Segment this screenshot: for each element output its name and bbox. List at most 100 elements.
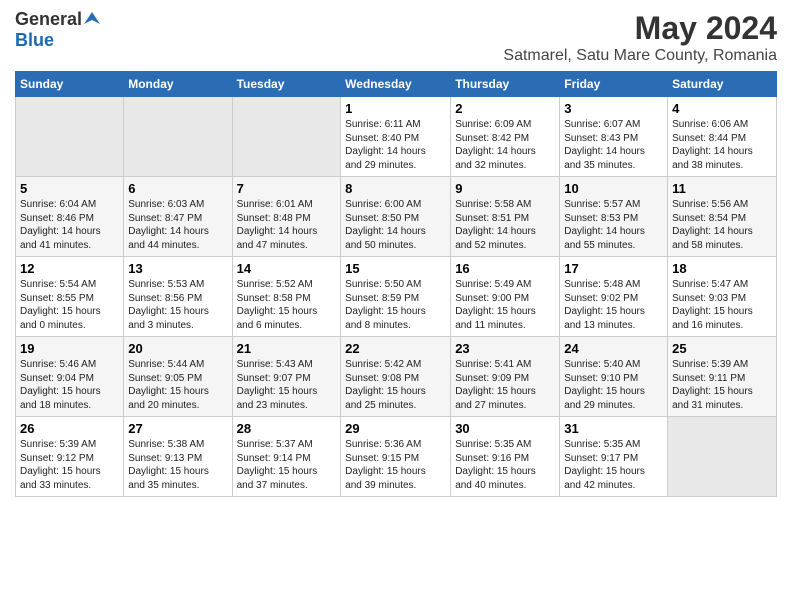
day-info: Sunrise: 5:54 AM Sunset: 8:55 PM Dayligh… — [20, 278, 119, 332]
day-number: 4 — [672, 101, 772, 116]
calendar-header: SundayMondayTuesdayWednesdayThursdayFrid… — [16, 72, 777, 97]
header-day-friday: Friday — [560, 72, 668, 97]
calendar-cell — [232, 97, 341, 177]
header-day-thursday: Thursday — [451, 72, 560, 97]
main-title: May 2024 — [503, 10, 777, 47]
calendar-cell: 8 Sunrise: 6:00 AM Sunset: 8:50 PM Daylig… — [341, 177, 451, 257]
day-number: 6 — [128, 181, 227, 196]
page-header: General Blue May 2024 Satmarel, Satu Mar… — [15, 10, 777, 65]
day-info: Sunrise: 5:48 AM Sunset: 9:02 PM Dayligh… — [564, 278, 663, 332]
day-number: 16 — [455, 261, 555, 276]
calendar-cell — [16, 97, 124, 177]
day-number: 19 — [20, 341, 119, 356]
header-day-monday: Monday — [124, 72, 232, 97]
calendar-cell: 28 Sunrise: 5:37 AM Sunset: 9:14 PM Dayli… — [232, 417, 341, 497]
calendar-cell: 2Sunrise: 6:09 AM Sunset: 8:42 PM Daylig… — [451, 97, 560, 177]
day-number: 2 — [455, 101, 555, 116]
calendar-cell: 29 Sunrise: 5:36 AM Sunset: 9:15 PM Dayli… — [341, 417, 451, 497]
calendar-cell: 31 Sunrise: 5:35 AM Sunset: 9:17 PM Dayli… — [560, 417, 668, 497]
day-number: 18 — [672, 261, 772, 276]
day-number: 9 — [455, 181, 555, 196]
calendar-body: 1 Sunrise: 6:11 AM Sunset: 8:40 PM Daylig… — [16, 97, 777, 497]
day-info: Sunrise: 5:53 AM Sunset: 8:56 PM Dayligh… — [128, 278, 227, 332]
logo-bird-icon — [84, 10, 100, 26]
day-number: 20 — [128, 341, 227, 356]
day-info: Sunrise: 6:00 AM Sunset: 8:50 PM Dayligh… — [345, 198, 446, 252]
day-info: Sunrise: 5:38 AM Sunset: 9:13 PM Dayligh… — [128, 438, 227, 492]
day-info: Sunrise: 5:43 AM Sunset: 9:07 PM Dayligh… — [237, 358, 337, 412]
calendar-cell: 23 Sunrise: 5:41 AM Sunset: 9:09 PM Dayli… — [451, 337, 560, 417]
day-number: 8 — [345, 181, 446, 196]
day-number: 24 — [564, 341, 663, 356]
day-number: 26 — [20, 421, 119, 436]
day-info: Sunrise: 5:47 AM Sunset: 9:03 PM Dayligh… — [672, 278, 772, 332]
day-info: Sunrise: 5:35 AM Sunset: 9:17 PM Dayligh… — [564, 438, 663, 492]
day-number: 27 — [128, 421, 227, 436]
calendar-cell: 11 Sunrise: 5:56 AM Sunset: 8:54 PM Dayli… — [668, 177, 777, 257]
calendar-cell: 16 Sunrise: 5:49 AM Sunset: 9:00 PM Dayli… — [451, 257, 560, 337]
calendar-cell: 30 Sunrise: 5:35 AM Sunset: 9:16 PM Dayli… — [451, 417, 560, 497]
day-number: 31 — [564, 421, 663, 436]
day-number: 11 — [672, 181, 772, 196]
day-number: 7 — [237, 181, 337, 196]
logo: General Blue — [15, 10, 100, 50]
calendar-cell: 24 Sunrise: 5:40 AM Sunset: 9:10 PM Dayli… — [560, 337, 668, 417]
day-number: 21 — [237, 341, 337, 356]
day-info: Sunrise: 5:44 AM Sunset: 9:05 PM Dayligh… — [128, 358, 227, 412]
day-info: Sunrise: 5:37 AM Sunset: 9:14 PM Dayligh… — [237, 438, 337, 492]
day-number: 23 — [455, 341, 555, 356]
day-info: Sunrise: 6:07 AM Sunset: 8:43 PM Dayligh… — [564, 118, 663, 172]
day-info: Sunrise: 5:42 AM Sunset: 9:08 PM Dayligh… — [345, 358, 446, 412]
day-number: 5 — [20, 181, 119, 196]
calendar-table: SundayMondayTuesdayWednesdayThursdayFrid… — [15, 71, 777, 497]
calendar-week-2: 5Sunrise: 6:04 AM Sunset: 8:46 PM Daylig… — [16, 177, 777, 257]
calendar-cell: 19 Sunrise: 5:46 AM Sunset: 9:04 PM Dayli… — [16, 337, 124, 417]
calendar-cell: 17Sunrise: 5:48 AM Sunset: 9:02 PM Dayli… — [560, 257, 668, 337]
header-day-wednesday: Wednesday — [341, 72, 451, 97]
day-number: 1 — [345, 101, 446, 116]
day-number: 25 — [672, 341, 772, 356]
calendar-cell: 26Sunrise: 5:39 AM Sunset: 9:12 PM Dayli… — [16, 417, 124, 497]
day-info: Sunrise: 5:58 AM Sunset: 8:51 PM Dayligh… — [455, 198, 555, 252]
calendar-week-3: 12Sunrise: 5:54 AM Sunset: 8:55 PM Dayli… — [16, 257, 777, 337]
day-number: 10 — [564, 181, 663, 196]
header-day-tuesday: Tuesday — [232, 72, 341, 97]
day-info: Sunrise: 5:40 AM Sunset: 9:10 PM Dayligh… — [564, 358, 663, 412]
day-number: 28 — [237, 421, 337, 436]
day-info: Sunrise: 5:56 AM Sunset: 8:54 PM Dayligh… — [672, 198, 772, 252]
day-info: Sunrise: 5:35 AM Sunset: 9:16 PM Dayligh… — [455, 438, 555, 492]
header-day-saturday: Saturday — [668, 72, 777, 97]
day-number: 14 — [237, 261, 337, 276]
day-info: Sunrise: 5:39 AM Sunset: 9:11 PM Dayligh… — [672, 358, 772, 412]
calendar-cell: 14 Sunrise: 5:52 AM Sunset: 8:58 PM Dayli… — [232, 257, 341, 337]
day-number: 22 — [345, 341, 446, 356]
day-number: 29 — [345, 421, 446, 436]
header-day-sunday: Sunday — [16, 72, 124, 97]
calendar-cell: 25 Sunrise: 5:39 AM Sunset: 9:11 PM Dayli… — [668, 337, 777, 417]
logo-general-text: General — [15, 10, 82, 30]
day-info: Sunrise: 5:50 AM Sunset: 8:59 PM Dayligh… — [345, 278, 446, 332]
calendar-cell: 13 Sunrise: 5:53 AM Sunset: 8:56 PM Dayli… — [124, 257, 232, 337]
calendar-week-4: 19 Sunrise: 5:46 AM Sunset: 9:04 PM Dayli… — [16, 337, 777, 417]
day-number: 13 — [128, 261, 227, 276]
day-info: Sunrise: 6:01 AM Sunset: 8:48 PM Dayligh… — [237, 198, 337, 252]
calendar-cell: 1 Sunrise: 6:11 AM Sunset: 8:40 PM Daylig… — [341, 97, 451, 177]
day-info: Sunrise: 6:11 AM Sunset: 8:40 PM Dayligh… — [345, 118, 446, 172]
calendar-cell: 18 Sunrise: 5:47 AM Sunset: 9:03 PM Dayli… — [668, 257, 777, 337]
day-info: Sunrise: 5:52 AM Sunset: 8:58 PM Dayligh… — [237, 278, 337, 332]
calendar-cell: 12Sunrise: 5:54 AM Sunset: 8:55 PM Dayli… — [16, 257, 124, 337]
day-info: Sunrise: 5:36 AM Sunset: 9:15 PM Dayligh… — [345, 438, 446, 492]
day-number: 30 — [455, 421, 555, 436]
day-info: Sunrise: 5:46 AM Sunset: 9:04 PM Dayligh… — [20, 358, 119, 412]
day-info: Sunrise: 5:49 AM Sunset: 9:00 PM Dayligh… — [455, 278, 555, 332]
calendar-cell: 15Sunrise: 5:50 AM Sunset: 8:59 PM Dayli… — [341, 257, 451, 337]
day-info: Sunrise: 5:41 AM Sunset: 9:09 PM Dayligh… — [455, 358, 555, 412]
calendar-cell: 22 Sunrise: 5:42 AM Sunset: 9:08 PM Dayli… — [341, 337, 451, 417]
calendar-cell: 7 Sunrise: 6:01 AM Sunset: 8:48 PM Daylig… — [232, 177, 341, 257]
day-info: Sunrise: 6:06 AM Sunset: 8:44 PM Dayligh… — [672, 118, 772, 172]
calendar-cell: 10Sunrise: 5:57 AM Sunset: 8:53 PM Dayli… — [560, 177, 668, 257]
day-number: 3 — [564, 101, 663, 116]
day-info: Sunrise: 6:03 AM Sunset: 8:47 PM Dayligh… — [128, 198, 227, 252]
subtitle: Satmarel, Satu Mare County, Romania — [503, 47, 777, 65]
header-row: SundayMondayTuesdayWednesdayThursdayFrid… — [16, 72, 777, 97]
